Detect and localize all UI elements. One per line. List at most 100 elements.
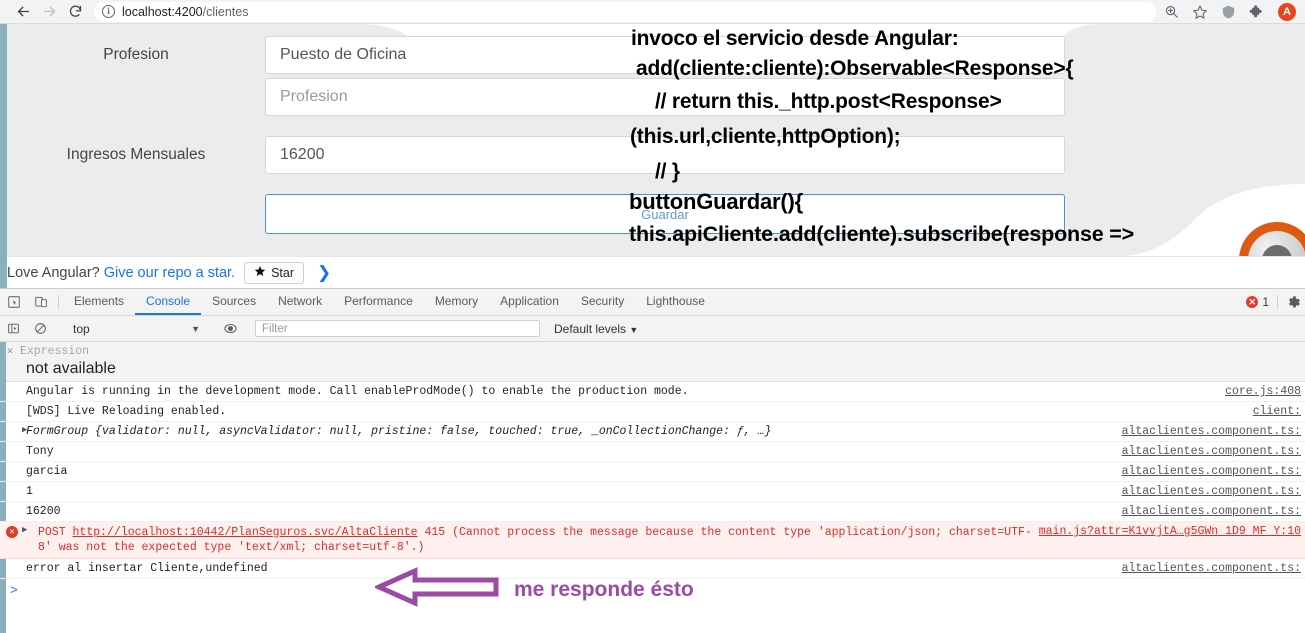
tab-elements[interactable]: Elements: [63, 289, 135, 315]
annotation-code-line-1: invoco el servicio desde Angular:: [631, 27, 959, 50]
promo-link[interactable]: Give our repo a star.: [104, 265, 235, 281]
expand-triangle-icon[interactable]: ▶: [22, 525, 27, 535]
log-source-link[interactable]: altaclientes.component.ts:: [1122, 445, 1301, 458]
live-expression-header: ✕ Expression: [0, 344, 1305, 359]
tab-memory[interactable]: Memory: [424, 289, 489, 315]
screenshot-root: i localhost:4200/clientes A Profesion Pu…: [0, 0, 1305, 633]
console-filter-input[interactable]: Filter: [255, 320, 540, 337]
tab-console[interactable]: Console: [135, 289, 202, 315]
expand-triangle-icon[interactable]: ▶: [22, 425, 27, 435]
puzzle-piece-icon[interactable]: [1249, 4, 1265, 20]
devtools-tab-bar: Elements Console Sources Network Perform…: [0, 289, 1305, 316]
live-expression-value: not available: [26, 360, 116, 377]
tab-security[interactable]: Security: [570, 289, 635, 315]
forward-icon[interactable]: [36, 0, 62, 24]
console-sidebar-icon[interactable]: [0, 322, 27, 335]
console-log-row[interactable]: 16200 altaclientes.component.ts:: [0, 502, 1305, 522]
console-error-row[interactable]: ✕ ▶ POST http://localhost:10442/PlanSegu…: [0, 522, 1305, 559]
console-log-row[interactable]: Angular is running in the development mo…: [0, 382, 1305, 402]
tab-sources[interactable]: Sources: [201, 289, 267, 315]
promo-text: Love Angular?: [7, 264, 100, 281]
error-method: POST: [38, 526, 66, 539]
error-count-label: 1: [1262, 295, 1269, 309]
log-source-link[interactable]: altaclientes.component.ts:: [1122, 485, 1301, 498]
live-expression-label[interactable]: Expression: [20, 345, 89, 358]
page-left-accent-strip: [0, 24, 7, 288]
annotation-code-line-3: // return this._http.post<Response>: [655, 90, 1002, 113]
tab-performance[interactable]: Performance: [333, 289, 424, 315]
chevron-right-icon[interactable]: ❯: [317, 263, 331, 283]
console-log-row[interactable]: 1 altaclientes.component.ts:: [0, 482, 1305, 502]
log-source-link[interactable]: altaclientes.component.ts:: [1122, 425, 1301, 438]
info-circle-icon[interactable]: i: [102, 5, 115, 18]
reload-icon[interactable]: [62, 0, 88, 24]
console-log-row[interactable]: garcia altaclientes.component.ts:: [0, 462, 1305, 482]
log-object-name: FormGroup: [26, 425, 89, 438]
status-divider: [1277, 295, 1278, 309]
gear-icon[interactable]: [1286, 295, 1301, 310]
log-message: Angular is running in the development mo…: [26, 385, 689, 398]
device-toolbar-icon[interactable]: [27, 289, 54, 315]
chrome-action-icons: A: [1164, 2, 1305, 21]
error-icon: ✕: [6, 526, 18, 538]
console-log-row[interactable]: [WDS] Live Reloading enabled. client:: [0, 402, 1305, 422]
tab-network[interactable]: Network: [267, 289, 333, 315]
left-arrow-annotation: [375, 567, 499, 607]
annotation-code-line-2: add(cliente:cliente):Observable<Response…: [636, 57, 1074, 80]
chevron-down-icon-levels: ▼: [629, 324, 639, 335]
live-expression-eye-icon[interactable]: [217, 321, 244, 336]
annotation-code-line-6: buttonGuardar(){: [629, 189, 804, 214]
star-filled-icon: [254, 265, 266, 280]
log-source-link[interactable]: main.js?attr=K1vvjtA…g5GWn 1D9 MF Y:10: [1039, 525, 1301, 538]
tab-application[interactable]: Application: [489, 289, 570, 315]
url-text: localhost:4200/clientes: [122, 4, 249, 19]
browser-toolbar: i localhost:4200/clientes A: [0, 0, 1305, 24]
back-icon[interactable]: [10, 0, 36, 24]
console-level-select[interactable]: Default levels ▼: [554, 322, 638, 336]
address-bar[interactable]: i localhost:4200/clientes: [94, 1, 1156, 22]
log-source-link[interactable]: altaclientes.component.ts:: [1122, 562, 1301, 575]
zoom-search-icon[interactable]: [1164, 4, 1179, 19]
annotation-code-line-7: this.apiCliente.add(cliente).subscribe(r…: [629, 222, 1134, 246]
toolbar-divider: [58, 295, 59, 309]
form-row-ingresos: Ingresos Mensuales 16200: [7, 136, 1067, 174]
clear-console-icon[interactable]: [27, 322, 54, 335]
star-button-label: Star: [271, 265, 295, 280]
log-message: 16200: [26, 505, 61, 518]
log-source-link[interactable]: client:: [1253, 405, 1301, 418]
log-source-link[interactable]: altaclientes.component.ts:: [1122, 505, 1301, 518]
live-expression-pane: ✕ Expression not available: [0, 342, 1305, 382]
console-log-row-object[interactable]: ▶ FormGroup {validator: null, asyncValid…: [0, 422, 1305, 442]
console-log-row[interactable]: error al insertar Cliente,undefined alta…: [0, 559, 1305, 579]
console-context-select[interactable]: top ▼: [63, 322, 208, 336]
log-message: Tony: [26, 445, 54, 458]
profile-avatar[interactable]: A: [1278, 2, 1296, 21]
console-log-row[interactable]: Tony altaclientes.component.ts:: [0, 442, 1305, 462]
tab-lighthouse[interactable]: Lighthouse: [635, 289, 716, 315]
log-object-props: {validator: null, asyncValidator: null, …: [95, 425, 772, 438]
error-count-badge[interactable]: ✕ 1: [1246, 295, 1269, 309]
log-object: FormGroup {validator: null, asyncValidat…: [26, 425, 1051, 438]
label-profesion: Profesion: [103, 46, 169, 63]
chevron-down-icon: ▼: [191, 323, 200, 334]
annotation-code-line-4: (this.url,cliente,httpOption);: [630, 125, 901, 148]
devtools-status-area: ✕ 1: [1246, 289, 1305, 315]
annotation-code-line-5: // }: [655, 160, 680, 183]
star-outline-icon[interactable]: [1192, 4, 1208, 20]
error-url[interactable]: http://localhost:10442/PlanSeguros.svc/A…: [73, 526, 418, 539]
console-level-value: Default levels: [554, 321, 627, 336]
log-message: 1: [26, 485, 33, 498]
label-ingresos-mensuales: Ingresos Mensuales: [66, 146, 206, 163]
log-source-link[interactable]: altaclientes.component.ts:: [1122, 465, 1301, 478]
shield-icon[interactable]: [1221, 4, 1236, 20]
log-message: garcia: [26, 465, 68, 478]
error-icon: ✕: [1246, 296, 1259, 308]
annotation-me-responde-esto: me responde ésto: [514, 578, 694, 601]
log-source-link[interactable]: core.js:408: [1225, 385, 1301, 398]
inspect-element-icon[interactable]: [0, 289, 27, 315]
github-star-button[interactable]: Star: [244, 261, 305, 284]
console-context-value: top: [73, 321, 90, 336]
log-message: [WDS] Live Reloading enabled.: [26, 405, 227, 418]
angular-promo-banner: Love Angular? Give our repo a star. Star…: [7, 256, 1305, 288]
console-filter-bar: top ▼ Filter Default levels ▼: [0, 316, 1305, 342]
